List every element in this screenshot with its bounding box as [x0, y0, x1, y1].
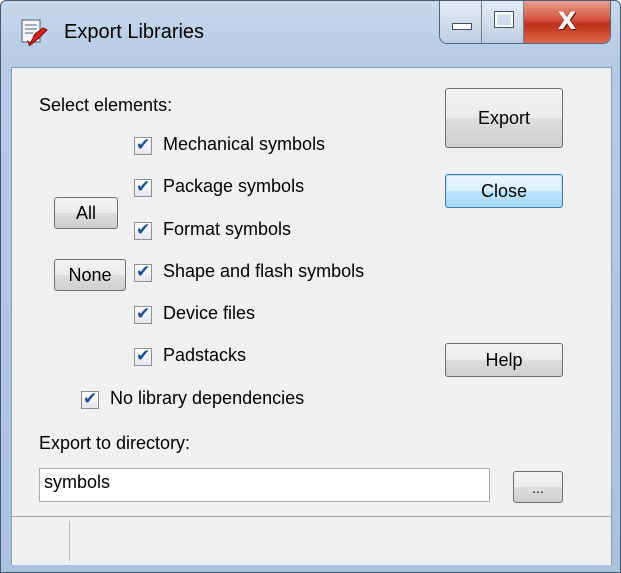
checkbox-mechanical-symbols[interactable] [134, 135, 152, 155]
dialog-window: Export Libraries X Select elements: Mech… [0, 0, 621, 573]
maximize-icon [494, 11, 514, 28]
export-button[interactable]: Export [445, 88, 563, 148]
title-bar[interactable]: Export Libraries X [1, 1, 620, 67]
caption-buttons: X [439, 1, 611, 44]
maximize-button[interactable] [482, 1, 524, 43]
export-libraries-icon [21, 19, 48, 47]
close-icon: X [557, 7, 577, 35]
minimize-button[interactable] [440, 1, 482, 43]
status-bar [12, 516, 611, 565]
window-title: Export Libraries [64, 21, 205, 43]
checkbox-shape-flash-symbols[interactable] [134, 262, 152, 282]
minimize-icon [452, 23, 472, 30]
export-directory-label: Export to directory: [39, 433, 191, 453]
export-directory-input[interactable]: symbols [39, 468, 490, 502]
checkbox-device-files[interactable] [134, 304, 152, 324]
status-divider [69, 521, 70, 561]
label-device-files: Device files [163, 303, 256, 323]
select-elements-label: Select elements: [39, 95, 173, 115]
checkbox-padstacks[interactable] [134, 346, 152, 366]
label-shape-flash-symbols: Shape and flash symbols [163, 261, 365, 281]
select-all-button[interactable]: All [54, 197, 118, 229]
label-mechanical-symbols: Mechanical symbols [163, 134, 326, 154]
dialog-client-area: Select elements: Mechanical symbols Pack… [11, 67, 612, 565]
close-button[interactable]: Close [445, 174, 563, 208]
label-padstacks: Padstacks [163, 345, 247, 365]
select-none-button[interactable]: None [54, 259, 126, 291]
checkbox-format-symbols[interactable] [134, 220, 152, 240]
checkbox-package-symbols[interactable] [134, 177, 152, 197]
close-window-button[interactable]: X [524, 1, 610, 43]
help-button[interactable]: Help [445, 343, 563, 377]
label-no-library-dependencies: No library dependencies [110, 388, 305, 408]
label-format-symbols: Format symbols [163, 219, 292, 239]
browse-button[interactable]: ... [513, 471, 563, 503]
checkbox-no-library-dependencies[interactable] [81, 389, 99, 409]
label-package-symbols: Package symbols [163, 176, 305, 196]
